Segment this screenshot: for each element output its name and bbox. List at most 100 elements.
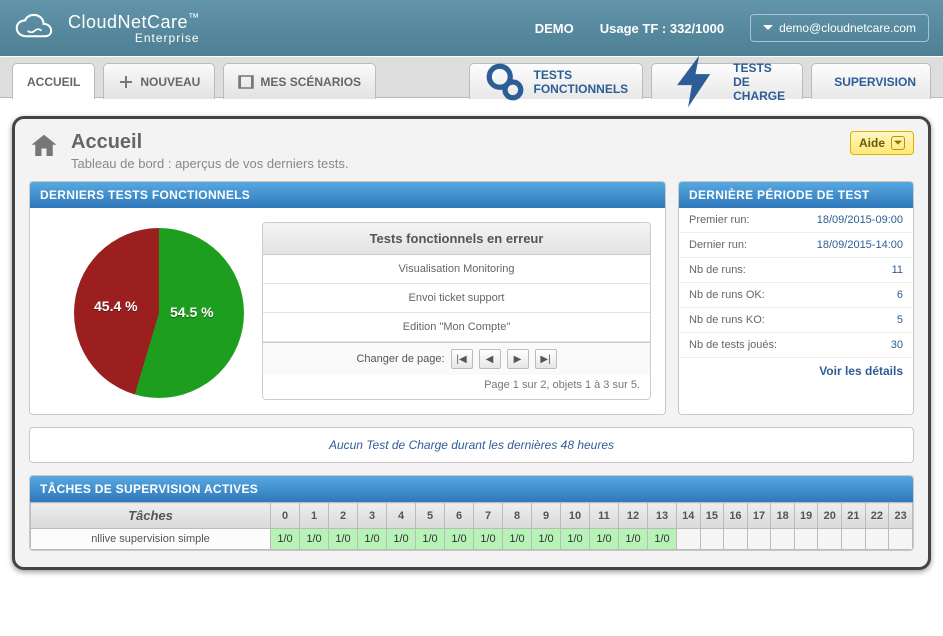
error-row[interactable]: Visualisation Monitoring — [263, 255, 650, 284]
period-row: Nb de runs KO:5 — [679, 308, 913, 333]
pager-label: Changer de page: — [356, 353, 444, 365]
tab-nouveau[interactable]: NOUVEAU — [103, 63, 215, 99]
hour-header: 12 — [619, 503, 648, 529]
hour-cell: 1/0 — [503, 529, 532, 550]
error-row[interactable]: Envoi ticket support — [263, 284, 650, 313]
task-column-header: Tâches — [31, 503, 271, 529]
hour-cell — [818, 529, 842, 550]
hour-header: 21 — [842, 503, 866, 529]
tab-scenarios[interactable]: MES SCÉNARIOS — [223, 63, 376, 99]
pager: Changer de page: |◀ ◀ ▶ ▶| — [263, 342, 650, 375]
period-row: Nb de runs OK:6 — [679, 283, 913, 308]
bolt-icon — [666, 52, 725, 111]
no-load-test-banner: Aucun Test de Charge durant les dernière… — [29, 427, 914, 463]
hour-cell: 1/0 — [329, 529, 358, 550]
hour-cell: 1/0 — [590, 529, 619, 550]
supervision-table: Tâches0123456789101112131415161718192021… — [30, 502, 913, 550]
hour-header: 13 — [648, 503, 677, 529]
hour-cell: 1/0 — [358, 529, 387, 550]
gears-icon — [484, 61, 526, 103]
chevron-down-icon — [763, 23, 773, 33]
hour-cell — [842, 529, 866, 550]
hour-cell: 1/0 — [561, 529, 590, 550]
demo-badge: DEMO — [535, 21, 574, 36]
pie-chart: 45.4 % 54.5 % — [74, 228, 244, 398]
error-row[interactable]: Edition "Mon Compte" — [263, 313, 650, 342]
user-email: demo@cloudnetcare.com — [779, 21, 916, 35]
hour-cell: 1/0 — [474, 529, 503, 550]
help-button[interactable]: Aide — [850, 131, 914, 155]
hour-header: 17 — [747, 503, 771, 529]
hour-cell — [771, 529, 795, 550]
tab-tests-charge[interactable]: TESTS DE CHARGE — [651, 63, 803, 99]
brand-name: CloudNetCare™ — [68, 12, 200, 32]
panel-period: DERNIÈRE PÉRIODE DE TEST Premier run:18/… — [678, 181, 914, 415]
tab-accueil[interactable]: ACCUEIL — [12, 63, 95, 99]
hour-header: 8 — [503, 503, 532, 529]
period-row: Nb de tests joués:30 — [679, 333, 913, 358]
usage-counter: Usage TF : 332/1000 — [600, 21, 724, 36]
hour-header: 0 — [271, 503, 300, 529]
hour-header: 1 — [300, 503, 329, 529]
period-row: Nb de runs:11 — [679, 258, 913, 283]
hour-header: 9 — [532, 503, 561, 529]
home-icon — [29, 131, 59, 161]
task-name-cell: nllive supervision simple — [31, 529, 271, 550]
hour-header: 4 — [387, 503, 416, 529]
hour-header: 15 — [700, 503, 724, 529]
user-menu[interactable]: demo@cloudnetcare.com — [750, 14, 929, 42]
panel-header: TÂCHES DE SUPERVISION ACTIVES — [30, 476, 913, 502]
film-icon — [238, 74, 254, 90]
hour-header: 5 — [416, 503, 445, 529]
hour-header: 14 — [677, 503, 701, 529]
hour-header: 16 — [724, 503, 748, 529]
panel-header: DERNIERS TESTS FONCTIONNELS — [30, 182, 665, 208]
hour-cell — [865, 529, 889, 550]
hour-cell: 1/0 — [619, 529, 648, 550]
hour-cell: 1/0 — [532, 529, 561, 550]
errors-header: Tests fonctionnels en erreur — [263, 223, 650, 255]
hour-cell: 1/0 — [300, 529, 329, 550]
main-nav: ACCUEIL NOUVEAU MES SCÉNARIOS TESTS FONC… — [0, 56, 943, 98]
hour-cell — [794, 529, 818, 550]
hour-header: 6 — [445, 503, 474, 529]
page-subtitle: Tableau de bord : aperçus de vos dernier… — [71, 156, 349, 171]
pager-info: Page 1 sur 2, objets 1 à 3 sur 5. — [263, 375, 650, 399]
hour-cell — [724, 529, 748, 550]
tab-tests-fonctionnels[interactable]: TESTS FONCTIONNELS — [469, 63, 644, 99]
hour-header: 7 — [474, 503, 503, 529]
pager-prev-button[interactable]: ◀ — [479, 349, 501, 369]
brand: CloudNetCare™ Enterprise — [14, 12, 200, 45]
panel-supervision: TÂCHES DE SUPERVISION ACTIVES Tâches0123… — [29, 475, 914, 551]
pager-first-button[interactable]: |◀ — [451, 349, 473, 369]
hour-cell: 1/0 — [648, 529, 677, 550]
hour-cell: 1/0 — [445, 529, 474, 550]
details-link[interactable]: Voir les détails — [679, 358, 913, 384]
plus-icon — [118, 74, 134, 90]
tab-supervision[interactable]: SUPERVISION — [811, 63, 931, 99]
page-title: Accueil — [71, 131, 349, 154]
pager-last-button[interactable]: ▶| — [535, 349, 557, 369]
hour-header: 11 — [590, 503, 619, 529]
hour-cell — [677, 529, 701, 550]
panel-func-tests: DERNIERS TESTS FONCTIONNELS 45.4 % 54.5 … — [29, 181, 666, 415]
top-banner: CloudNetCare™ Enterprise DEMO Usage TF :… — [0, 0, 943, 56]
period-row: Dernier run:18/09/2015-14:00 — [679, 233, 913, 258]
chevron-down-icon — [891, 136, 905, 150]
page-header: Accueil Tableau de bord : aperçus de vos… — [29, 131, 914, 171]
hour-header: 23 — [889, 503, 913, 529]
hour-header: 10 — [561, 503, 590, 529]
hour-header: 18 — [771, 503, 795, 529]
hour-header: 3 — [358, 503, 387, 529]
hour-cell — [889, 529, 913, 550]
panel-header: DERNIÈRE PÉRIODE DE TEST — [679, 182, 913, 208]
cloud-logo-icon — [14, 13, 58, 43]
pager-next-button[interactable]: ▶ — [507, 349, 529, 369]
hour-cell — [747, 529, 771, 550]
hour-header: 20 — [818, 503, 842, 529]
hour-header: 2 — [329, 503, 358, 529]
hour-header: 19 — [794, 503, 818, 529]
brand-subtitle: Enterprise — [68, 31, 200, 45]
hour-cell: 1/0 — [387, 529, 416, 550]
hour-cell: 1/0 — [416, 529, 445, 550]
